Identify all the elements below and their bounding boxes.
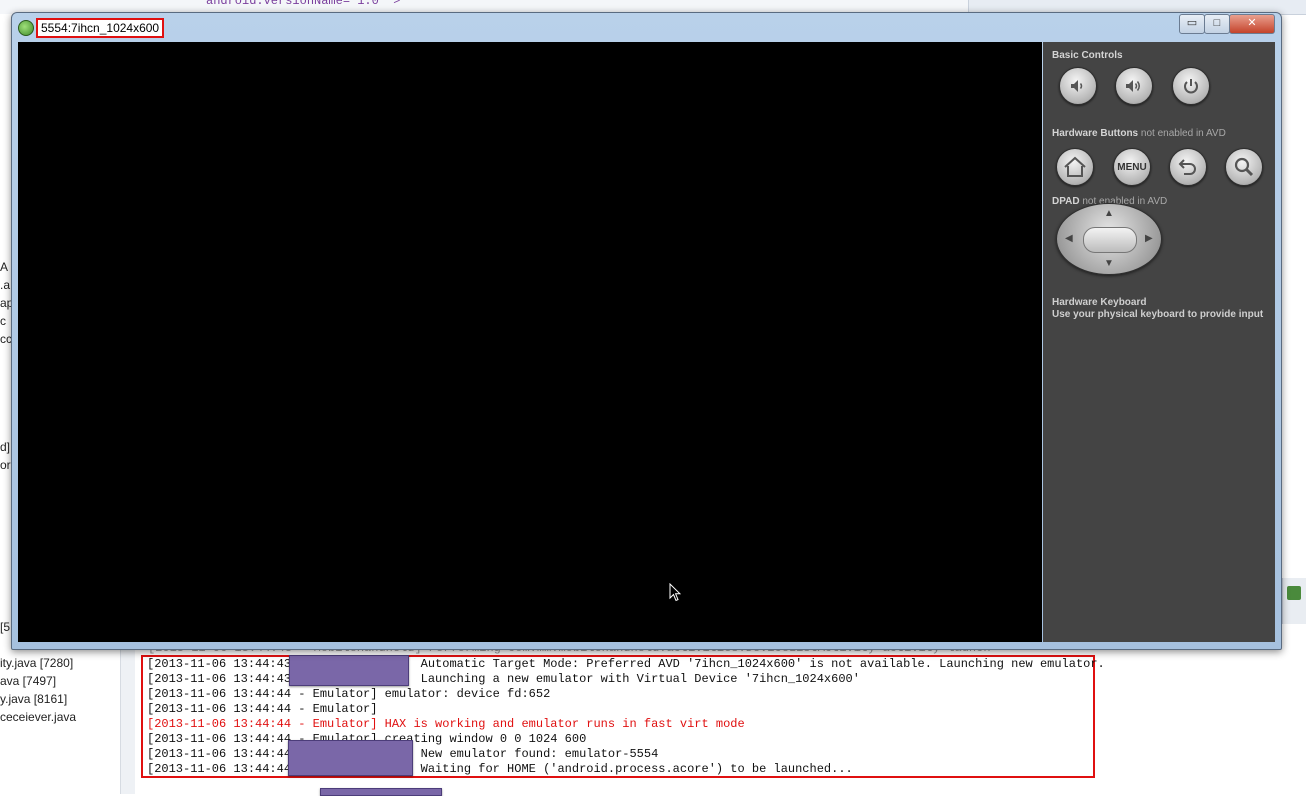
volume-up-button[interactable]	[1115, 67, 1153, 105]
redaction-block	[289, 655, 409, 686]
hardware-keyboard-heading: Hardware Keyboard	[1052, 297, 1147, 308]
explorer-item[interactable]: A	[0, 260, 8, 274]
device-screen[interactable]	[18, 42, 1042, 642]
menu-label: MENU	[1117, 161, 1147, 173]
explorer-item[interactable]: [5	[0, 620, 10, 634]
hardware-keyboard-note: Use your physical keyboard to provide in…	[1052, 309, 1264, 320]
emulator-title-bar[interactable]: 5554:7ihcn_1024x600 ▭ □ ✕	[12, 13, 1281, 40]
back-button[interactable]	[1169, 148, 1207, 186]
android-emulator-icon	[18, 20, 34, 36]
xml-code-fragment: android:versionName="1.0" >	[206, 0, 401, 8]
hardware-buttons-heading: Hardware Buttons not enabled in AVD	[1052, 128, 1226, 139]
home-button[interactable]	[1056, 148, 1094, 186]
minimize-button[interactable]: ▭	[1179, 14, 1205, 34]
emulator-window: 5554:7ihcn_1024x600 ▭ □ ✕ Basic Controls	[11, 12, 1282, 650]
console-highlight-box: [2013-11-06 13:44:43 Automatic Target Mo…	[141, 655, 1105, 778]
redaction-block	[320, 788, 442, 796]
dpad-down-icon[interactable]: ▼	[1104, 259, 1114, 269]
console-line: [2013-11-06 13:44:44 Waiting for HOME ('…	[147, 762, 853, 776]
dpad-center-button[interactable]	[1083, 227, 1137, 253]
search-button[interactable]	[1225, 148, 1263, 186]
power-icon	[1184, 79, 1198, 94]
console-line-hax: [2013-11-06 13:44:44 - Emulator] HAX is …	[147, 717, 745, 731]
pin-icon[interactable]	[1287, 586, 1301, 600]
home-icon	[1064, 156, 1086, 177]
search-icon	[1234, 157, 1254, 177]
explorer-item[interactable]: ity.java [7280]	[0, 656, 73, 670]
dpad-label: DPAD	[1052, 196, 1080, 207]
explorer-item[interactable]: c	[0, 314, 6, 328]
power-button[interactable]	[1172, 67, 1210, 105]
close-button[interactable]: ✕	[1229, 14, 1275, 34]
volume-down-icon	[1071, 80, 1083, 92]
maximize-button[interactable]: □	[1204, 14, 1230, 34]
volume-up-icon	[1126, 80, 1140, 92]
explorer-item[interactable]: ava [7497]	[0, 674, 56, 688]
console-line: [2013-11-06 13:44:44 - Emulator] emulato…	[147, 687, 551, 701]
dpad-left-icon[interactable]: ◀	[1065, 234, 1073, 244]
console-line: [2013-11-06 13:44:44 - Emulator]	[147, 702, 378, 716]
hardware-buttons-note: not enabled in AVD	[1140, 128, 1226, 139]
volume-down-button[interactable]	[1059, 67, 1097, 105]
hardware-buttons-label: Hardware Buttons	[1052, 128, 1139, 139]
device-controls-panel: Basic Controls Hardware Buttons not enab…	[1043, 42, 1275, 642]
explorer-item[interactable]: or	[0, 458, 11, 472]
back-icon	[1178, 159, 1196, 175]
dpad-right-icon[interactable]: ▶	[1145, 234, 1153, 244]
mouse-cursor-icon	[669, 583, 681, 602]
window-title: 5554:7ihcn_1024x600	[36, 18, 165, 38]
explorer-item[interactable]: d]	[0, 440, 10, 454]
basic-controls-heading: Basic Controls	[1052, 50, 1123, 61]
dpad-up-icon[interactable]: ▲	[1104, 209, 1114, 219]
explorer-item[interactable]: .a	[0, 278, 10, 292]
console-line: [2013-11-06 13:44:43 Launching a new emu…	[147, 672, 860, 686]
dpad-control[interactable]: ▲ ▼ ◀ ▶	[1056, 203, 1162, 275]
redaction-block	[288, 740, 413, 776]
explorer-item[interactable]: ceceiever.java	[0, 710, 76, 724]
explorer-item[interactable]: y.java [8161]	[0, 692, 67, 706]
side-toolbar	[1282, 578, 1306, 624]
menu-button[interactable]: MENU	[1113, 148, 1151, 186]
